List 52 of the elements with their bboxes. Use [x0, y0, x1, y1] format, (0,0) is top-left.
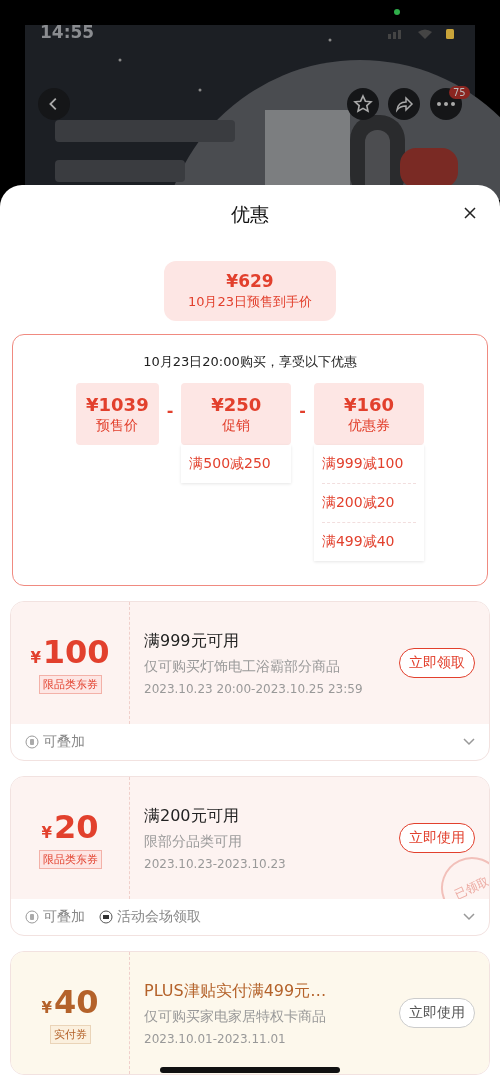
price-label: 优惠券 — [347, 416, 390, 435]
coupon-description: 限部分品类可用 — [144, 832, 243, 851]
final-price-label: 10月23日预售到手价 — [187, 293, 313, 311]
discount-rule: 满500减250 — [189, 454, 272, 473]
coupon-date: 2023.10.23 20:00-2023.10.25 23:59 — [144, 681, 364, 696]
final-price: ¥629 — [226, 271, 274, 291]
minus-sign: - — [166, 401, 174, 420]
coupon-amount: ¥40 — [41, 982, 99, 1021]
signal-icon — [388, 30, 401, 39]
discount-rule: 满499减40 — [321, 532, 396, 551]
coupon-feature: 可叠加 — [43, 908, 85, 926]
close-button[interactable] — [462, 205, 478, 221]
coupon-tag: 限品类东券 — [38, 674, 102, 694]
discount-rule: 满200减20 — [321, 484, 416, 523]
coupon-amount: ¥20 — [41, 807, 99, 846]
more-icon — [436, 101, 456, 107]
star-icon — [353, 94, 373, 114]
coupon-feature: 活动会场领取 — [117, 908, 201, 926]
ticket-icon — [99, 910, 113, 924]
discount-rule: 满999减100 — [321, 445, 416, 484]
sheet-title: 优惠 — [231, 202, 269, 227]
coupon-title: 满999元可用 — [144, 630, 240, 652]
breakdown-heading: 10月23日20:00购买，享受以下优惠 — [143, 353, 357, 371]
camera-dot-icon — [394, 9, 400, 15]
coupon-button[interactable]: 立即使用 — [399, 823, 475, 853]
minus-sign: - — [299, 401, 306, 420]
price-label: 预售价 — [96, 416, 139, 435]
coin-icon — [25, 910, 39, 924]
coupon-title: PLUS津贴实付满499元… — [144, 980, 328, 1002]
status-time: 14:55 — [40, 22, 95, 42]
wifi-icon — [418, 29, 432, 39]
coupon-description: 仅可购买灯饰电工浴霸部分商品 — [144, 657, 341, 676]
price-label: 促销 — [222, 416, 251, 435]
share-icon — [394, 94, 414, 114]
coupon-date: 2023.10.01-2023.11.01 — [144, 1031, 287, 1046]
coupon-button[interactable]: 立即使用 — [399, 998, 475, 1028]
coupon-date: 2023.10.23-2023.10.23 — [144, 856, 287, 871]
coupon-button[interactable]: 立即领取 — [399, 648, 475, 678]
coupon-title: 满200元可用 — [144, 805, 240, 827]
coin-icon — [25, 735, 39, 749]
coupon-tag: 限品类东券 — [38, 849, 102, 869]
price-amount: ¥250 — [211, 393, 262, 415]
price-amount: ¥1039 — [86, 393, 149, 415]
coupon-amount: ¥100 — [30, 632, 110, 671]
chevron-down-icon[interactable] — [463, 738, 475, 746]
coupon-description: 仅可购买家电家居特权卡商品 — [144, 1007, 327, 1026]
battery-icon — [446, 29, 454, 39]
coupon-tag: 实付券 — [49, 1024, 91, 1044]
notification-badge: 75 — [449, 86, 470, 99]
price-amount: ¥160 — [343, 393, 394, 415]
chevron-down-icon[interactable] — [463, 913, 475, 921]
coupon-feature: 可叠加 — [43, 733, 85, 751]
